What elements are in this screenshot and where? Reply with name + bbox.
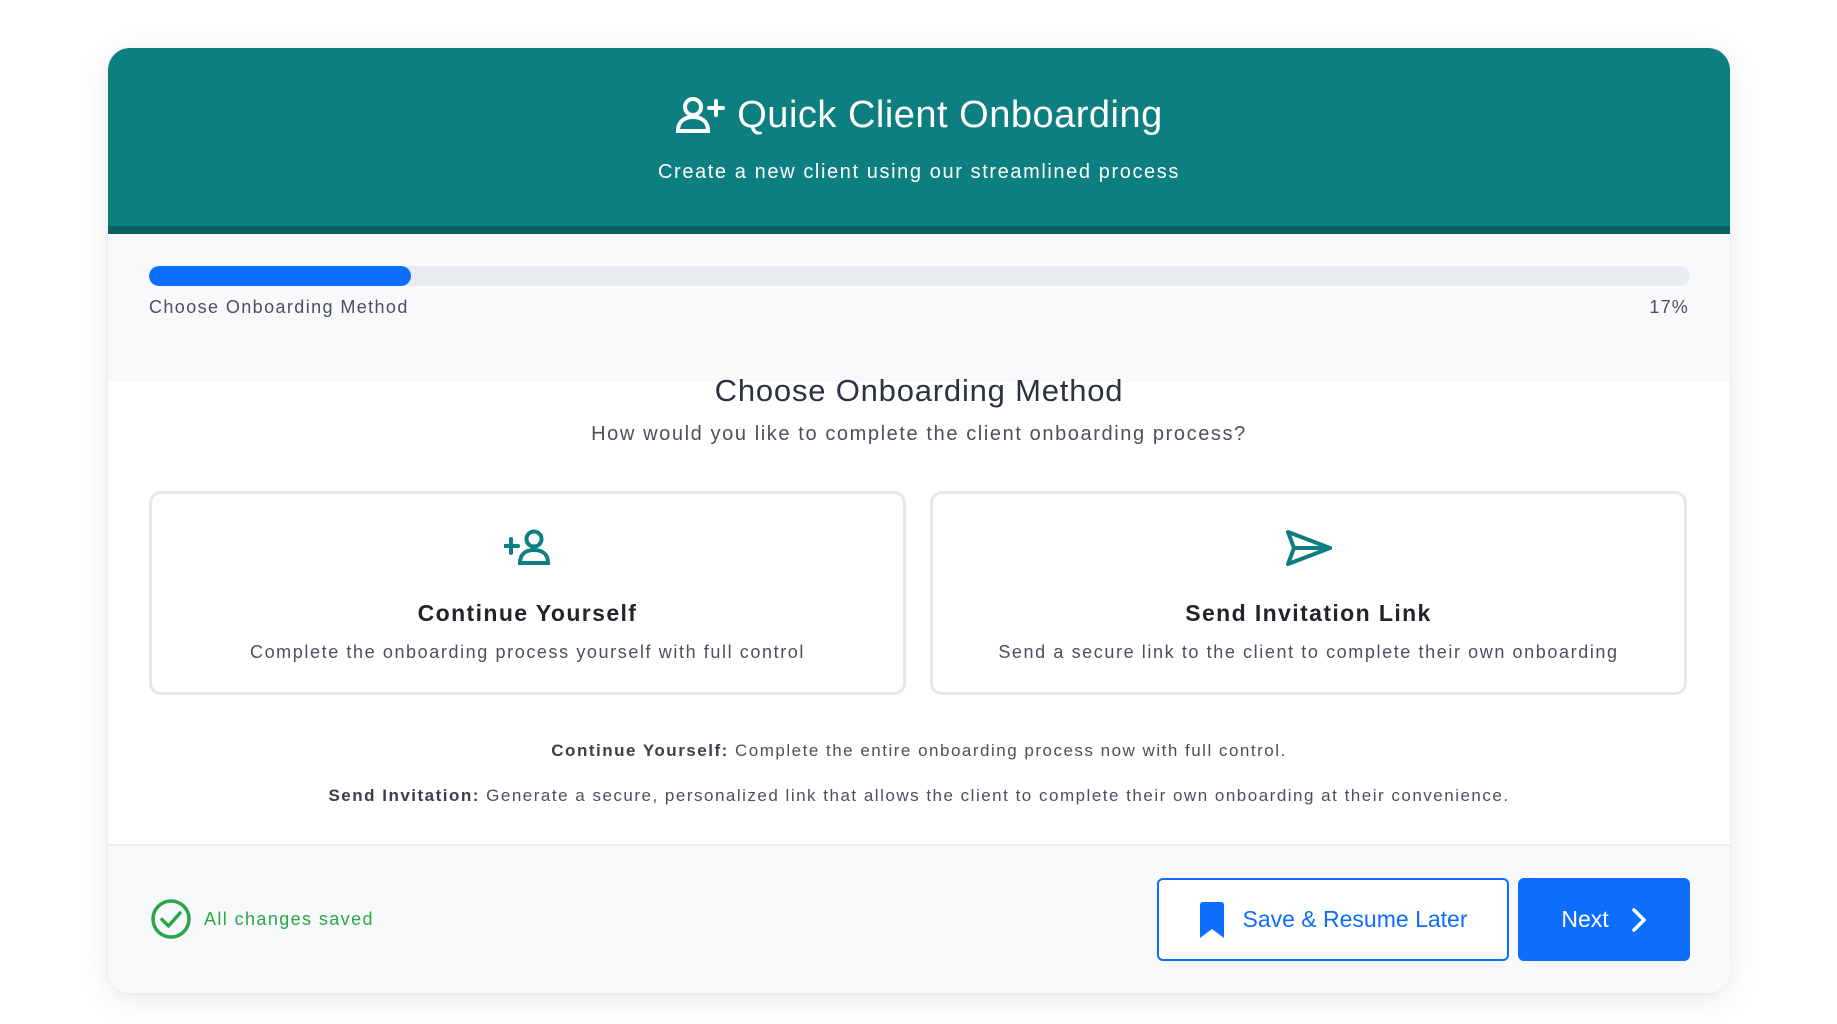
info-label: Send Invitation: <box>328 786 480 805</box>
footer: All changes saved Save & Resume Later Ne… <box>108 844 1730 993</box>
info-send-invitation: Send Invitation: Generate a secure, pers… <box>108 786 1730 806</box>
option-icon-wrap <box>933 528 1684 572</box>
section-title: Choose Onboarding Method <box>714 373 1124 408</box>
save-button-label: Save & Resume Later <box>1242 906 1468 932</box>
option-send-invitation[interactable]: Send Invitation Link Send a secure link … <box>930 491 1687 695</box>
info-label: Continue Yourself: <box>551 741 729 760</box>
progress-fill <box>149 266 411 286</box>
progress-section: Choose Onboarding Method 17% <box>108 234 1730 382</box>
section-subtitle: How would you like to complete the clien… <box>591 423 1247 445</box>
user-plus-icon <box>676 96 726 133</box>
progress-bar <box>149 266 1690 286</box>
option-continue-yourself[interactable]: Continue Yourself Complete the onboardin… <box>149 491 906 695</box>
check-circle-icon <box>151 899 191 939</box>
user-plus-icon <box>503 529 550 565</box>
info-text: Generate a secure, personalized link tha… <box>486 786 1510 805</box>
save-resume-later-button[interactable]: Save & Resume Later <box>1157 878 1509 961</box>
option-icon-wrap <box>152 528 903 572</box>
header: Quick Client Onboarding Create a new cli… <box>108 48 1730 234</box>
info-continue-yourself: Continue Yourself: Complete the entire o… <box>108 741 1730 761</box>
save-status: All changes saved <box>150 898 374 940</box>
progress-step-label: Choose Onboarding Method <box>149 297 409 317</box>
option-description: Complete the onboarding process yourself… <box>249 642 806 662</box>
option-description: Send a secure link to the client to comp… <box>998 642 1619 662</box>
chevron-right-icon <box>1631 907 1646 932</box>
option-title: Continue Yourself <box>417 600 638 626</box>
save-status-text: All changes saved <box>204 908 374 929</box>
info-text: Complete the entire onboarding process n… <box>735 741 1287 760</box>
page-subtitle: Create a new client using our streamline… <box>658 161 1180 183</box>
progress-percent: 17% <box>1649 297 1689 317</box>
option-title: Send Invitation Link <box>1185 600 1432 626</box>
bookmark-icon <box>1200 901 1225 938</box>
next-button[interactable]: Next <box>1518 878 1690 961</box>
header-title-row: Quick Client Onboarding <box>108 94 1730 137</box>
page-title: Quick Client Onboarding <box>737 94 1163 136</box>
next-button-label: Next <box>1561 906 1609 932</box>
paper-plane-icon <box>1285 530 1332 566</box>
onboarding-card: Quick Client Onboarding Create a new cli… <box>108 48 1730 993</box>
